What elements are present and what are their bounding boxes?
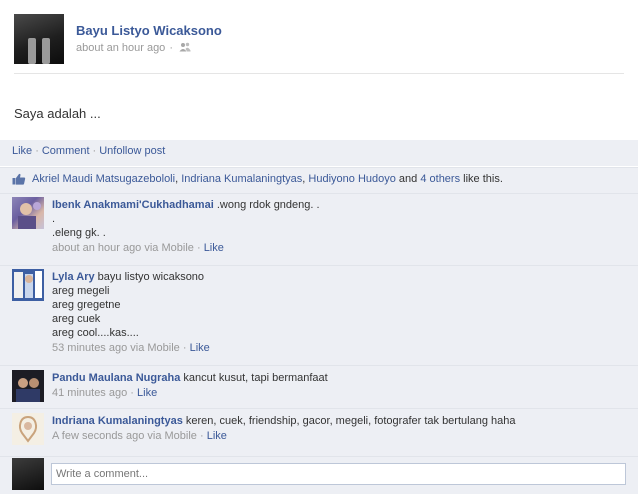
likes-and: and: [398, 173, 418, 185]
meta-separator: ·: [196, 242, 201, 254]
comment-time[interactable]: 41 minutes ago: [52, 387, 127, 399]
comment-text: keren, cuek, friendship, gacor, megeli, …: [185, 415, 516, 427]
like-post-link[interactable]: Like: [12, 145, 32, 157]
post-text: Saya adalah ...: [14, 106, 101, 121]
likes-comma: ,: [175, 173, 179, 185]
meta-separator: ·: [169, 42, 173, 54]
commenter-name-link[interactable]: Lyla Ary: [52, 271, 95, 283]
commenter-name-link[interactable]: Indriana Kumalaningtyas: [52, 415, 183, 427]
comment-composer: [0, 456, 638, 494]
author-name-link[interactable]: Bayu Listyo Wicaksono: [76, 23, 222, 38]
action-separator: ·: [92, 145, 97, 157]
comment-text: kancut kusut, tapi bermanfaat: [183, 372, 328, 384]
commenter-avatar[interactable]: [12, 370, 44, 402]
post-timestamp[interactable]: about an hour ago: [76, 42, 165, 54]
commenter-avatar[interactable]: [12, 269, 44, 301]
comment-item: Ibenk Anakmami'Cukhadhamai .wong rdok gn…: [0, 193, 638, 265]
commenter-name-link[interactable]: Ibenk Anakmami'Cukhadhamai: [52, 199, 214, 211]
likes-sentence: Akriel Maudi Matsugazebololi, Indriana K…: [32, 173, 503, 185]
viewer-avatar: [12, 458, 44, 490]
meta-separator: ·: [130, 387, 134, 399]
others-link[interactable]: 4 others: [420, 173, 460, 185]
likes-comma: ,: [302, 173, 306, 185]
commenter-avatar[interactable]: [12, 197, 44, 229]
comment-time[interactable]: about an hour ago via Mobile: [52, 242, 194, 254]
comment-item: Lyla Ary bayu listyo wicaksono areg mege…: [0, 265, 638, 365]
comment-time[interactable]: 53 minutes ago via Mobile: [52, 342, 180, 354]
post-header: Bayu Listyo Wicaksono about an hour ago ·: [14, 14, 624, 74]
comment-like-link[interactable]: Like: [190, 342, 210, 354]
author-avatar[interactable]: [14, 14, 64, 64]
feedback-section: Like · Comment · Unfollow post Akriel Maudi …: [0, 140, 638, 494]
likes-row: Akriel Maudi Matsugazebololi, Indriana K…: [0, 166, 638, 192]
liker-link[interactable]: Indriana Kumalaningtyas: [181, 173, 302, 185]
liker-link[interactable]: Hudiyono Hudoyo: [308, 173, 395, 185]
meta-separator: ·: [182, 342, 187, 354]
action-separator: ·: [35, 145, 39, 157]
commenter-name-link[interactable]: Pandu Maulana Nugraha: [52, 372, 180, 384]
meta-separator: ·: [199, 430, 204, 442]
comment-like-link[interactable]: Like: [204, 242, 224, 254]
comment-item: Indriana Kumalaningtyas keren, cuek, fri…: [0, 408, 638, 453]
commenter-avatar[interactable]: [12, 413, 44, 445]
comment-time[interactable]: A few seconds ago via Mobile: [52, 430, 197, 442]
comment-item: Pandu Maulana Nugraha kancut kusut, tapi…: [0, 365, 638, 408]
thumbs-up-icon: [12, 173, 26, 185]
comment-like-link[interactable]: Like: [207, 430, 227, 442]
comment-like-link[interactable]: Like: [137, 387, 157, 399]
friends-icon[interactable]: [179, 42, 191, 52]
post-meta: about an hour ago ·: [76, 41, 191, 54]
post-actions: Like · Comment · Unfollow post: [12, 145, 165, 157]
comment-input[interactable]: [51, 463, 626, 485]
liker-link[interactable]: Akriel Maudi Matsugazebololi: [32, 173, 175, 185]
comment-link[interactable]: Comment: [42, 145, 90, 157]
unfollow-post-link[interactable]: Unfollow post: [99, 145, 165, 157]
likes-suffix: like this.: [463, 173, 503, 185]
